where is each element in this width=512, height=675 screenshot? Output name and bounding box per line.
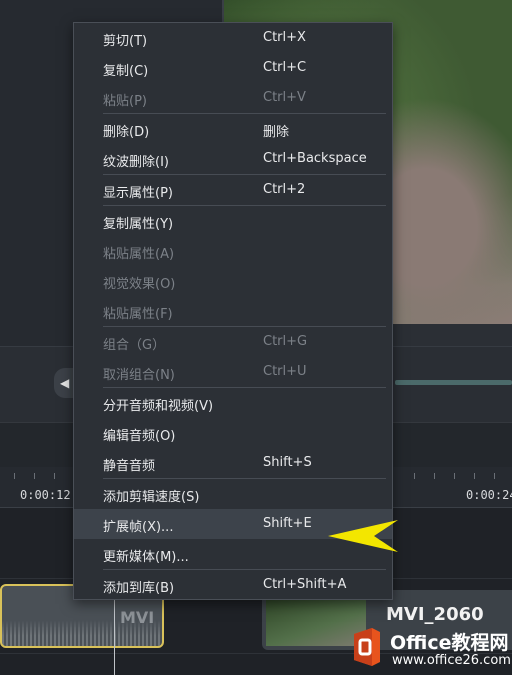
menu-item-separate-audio-video[interactable]: 分开音频和视频(V) bbox=[74, 388, 392, 418]
menu-item-shortcut: Ctrl+2 bbox=[263, 182, 306, 197]
menu-item-label: 粘贴(P) bbox=[103, 94, 147, 109]
context-menu: 剪切(T) Ctrl+X 复制(C) Ctrl+C 粘贴(P) Ctrl+V 删… bbox=[73, 22, 393, 600]
menu-item-shortcut: Ctrl+C bbox=[263, 60, 307, 75]
menu-item-shortcut: Ctrl+Backspace bbox=[263, 151, 367, 166]
menu-item-label: 添加剪辑速度(S) bbox=[103, 490, 200, 505]
menu-item-shortcut: 删除 bbox=[263, 125, 290, 140]
office-logo-icon bbox=[354, 628, 380, 666]
menu-item-label: 编辑音频(O) bbox=[103, 429, 176, 444]
menu-item-label: 扩展帧(X)... bbox=[103, 520, 174, 535]
timecode-right: 0:00:24 bbox=[466, 488, 512, 502]
menu-item-shortcut: Ctrl+X bbox=[263, 30, 306, 45]
watermark-title: Office教程网 bbox=[390, 632, 509, 654]
menu-item-label: 组合（G） bbox=[103, 338, 166, 353]
menu-item-label: 更新媒体(M)... bbox=[103, 550, 189, 565]
menu-item-label: 粘贴属性(A) bbox=[103, 247, 175, 262]
menu-item-label: 显示属性(P) bbox=[103, 186, 173, 201]
menu-item-paste[interactable]: 粘贴(P) Ctrl+V bbox=[74, 83, 392, 113]
menu-item-add-clip-speed[interactable]: 添加剪辑速度(S) bbox=[74, 479, 392, 509]
menu-item-label: 添加到库(B) bbox=[103, 581, 175, 596]
menu-item-shortcut: Ctrl+U bbox=[263, 364, 307, 379]
menu-item-cut[interactable]: 剪切(T) Ctrl+X bbox=[74, 23, 392, 53]
clip-label: MVI_2060 bbox=[386, 604, 484, 625]
menu-item-copy-properties[interactable]: 复制属性(Y) bbox=[74, 206, 392, 236]
menu-item-label: 粘贴属性(F) bbox=[103, 307, 173, 322]
menu-item-group[interactable]: 组合（G） Ctrl+G bbox=[74, 327, 392, 357]
watermark-url: www.office26.com bbox=[392, 653, 511, 668]
menu-item-ungroup[interactable]: 取消组合(N) Ctrl+U bbox=[74, 357, 392, 387]
menu-item-label: 视觉效果(O) bbox=[103, 277, 176, 292]
menu-item-label: 纹波删除(I) bbox=[103, 155, 169, 170]
menu-item-shortcut: Shift+E bbox=[263, 516, 312, 531]
menu-item-shortcut: Shift+S bbox=[263, 455, 312, 470]
menu-item-visual-effects[interactable]: 视觉效果(O) bbox=[74, 266, 392, 296]
menu-item-shortcut: Ctrl+V bbox=[263, 90, 306, 105]
menu-item-label: 删除(D) bbox=[103, 125, 150, 140]
menu-item-ripple-delete[interactable]: 纹波删除(I) Ctrl+Backspace bbox=[74, 144, 392, 174]
pointer-arrow-icon bbox=[328, 520, 398, 552]
menu-item-label: 静音音频 bbox=[103, 459, 156, 474]
menu-item-label: 取消组合(N) bbox=[103, 368, 175, 383]
clip-label: MVI bbox=[120, 608, 155, 627]
menu-item-paste-properties[interactable]: 粘贴属性(A) bbox=[74, 236, 392, 266]
menu-item-edit-audio[interactable]: 编辑音频(O) bbox=[74, 418, 392, 448]
menu-item-show-properties[interactable]: 显示属性(P) Ctrl+2 bbox=[74, 175, 392, 205]
menu-item-label: 分开音频和视频(V) bbox=[103, 399, 214, 414]
menu-item-delete[interactable]: 删除(D) 删除 bbox=[74, 114, 392, 144]
menu-item-paste-properties-f[interactable]: 粘贴属性(F) bbox=[74, 296, 392, 326]
menu-item-label: 复制(C) bbox=[103, 64, 149, 79]
menu-item-label: 剪切(T) bbox=[103, 34, 148, 49]
menu-item-copy[interactable]: 复制(C) Ctrl+C bbox=[74, 53, 392, 83]
menu-item-shortcut: Ctrl+Shift+A bbox=[263, 577, 347, 592]
menu-item-shortcut: Ctrl+G bbox=[263, 334, 308, 349]
menu-item-mute-audio[interactable]: 静音音频 Shift+S bbox=[74, 448, 392, 478]
menu-item-add-to-library[interactable]: 添加到库(B) Ctrl+Shift+A bbox=[74, 570, 392, 600]
playback-scrubber[interactable] bbox=[395, 380, 512, 385]
menu-item-label: 复制属性(Y) bbox=[103, 217, 174, 232]
